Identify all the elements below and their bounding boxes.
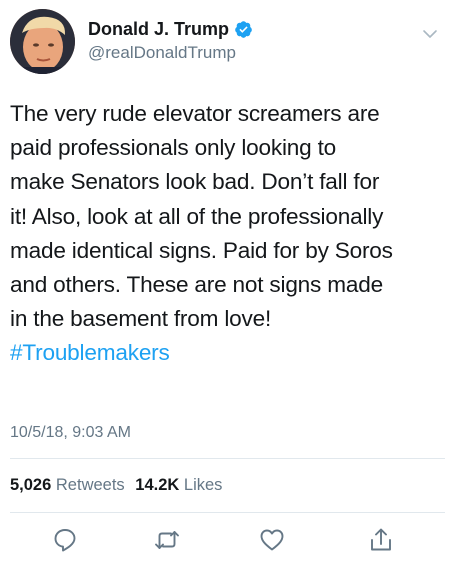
tweet-line: The very rude elevator screamers are bbox=[10, 101, 380, 126]
tweet-timestamp[interactable]: 10/5/18, 9:03 AM bbox=[10, 422, 131, 444]
author-handle[interactable]: @realDonaldTrump bbox=[88, 42, 236, 64]
retweets-label[interactable]: Retweets bbox=[56, 476, 125, 494]
likes-count[interactable]: 14.2K bbox=[135, 476, 179, 494]
tweet-line: paid professionals only looking to bbox=[10, 135, 337, 161]
author-name-row: Donald J. Trump bbox=[88, 18, 253, 40]
share-icon[interactable] bbox=[367, 526, 395, 554]
reply-icon[interactable] bbox=[51, 526, 79, 554]
heart-icon[interactable] bbox=[258, 526, 286, 554]
tweet-header: Donald J. Trump @realDonaldTrump bbox=[10, 9, 445, 75]
verified-badge-icon bbox=[234, 20, 253, 39]
tweet-line: in the basement from love! bbox=[10, 306, 272, 332]
tweet-line: it! Also, look at all of the professiona… bbox=[10, 203, 384, 229]
tweet-line: make Senators look bad. Don’t fall for bbox=[10, 169, 380, 195]
retweet-icon[interactable] bbox=[153, 526, 181, 554]
chevron-down-icon[interactable] bbox=[421, 25, 439, 43]
avatar[interactable] bbox=[10, 9, 75, 74]
retweets-count[interactable]: 5,026 bbox=[10, 476, 51, 494]
display-name[interactable]: Donald J. Trump bbox=[88, 18, 229, 40]
profile-photo-icon bbox=[10, 9, 75, 74]
tweet-stats: 5,026 Retweets 14.2K Likes bbox=[10, 474, 228, 496]
divider bbox=[10, 458, 445, 459]
tweet-line: made identical signs. Paid for by Soros bbox=[10, 237, 393, 263]
tweet-line: and others. These are not signs made bbox=[10, 272, 383, 298]
divider bbox=[10, 512, 445, 513]
likes-label[interactable]: Likes bbox=[184, 476, 223, 494]
hashtag-link[interactable]: #Troublemakers bbox=[10, 336, 442, 370]
tweet-text: The very rude elevator screamers are pai… bbox=[10, 97, 442, 371]
tweet-actions bbox=[0, 522, 455, 558]
